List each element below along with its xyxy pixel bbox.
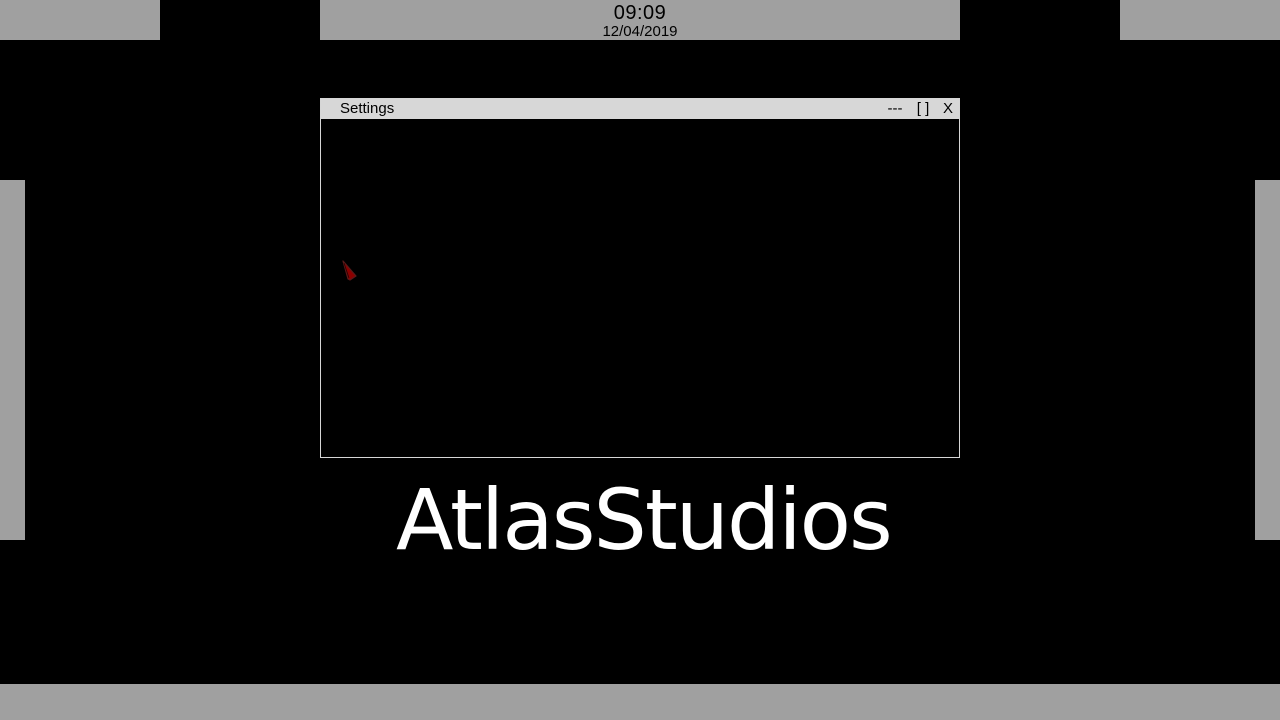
top-left-panel[interactable]: [0, 0, 160, 40]
window-controls: --- [ ] X: [881, 99, 959, 119]
clock-time: 09:09: [613, 2, 667, 24]
desktop: 09:09 12/04/2019 Settings --- [ ] X Atla…: [0, 0, 1280, 720]
mouse-pointer-icon: [342, 260, 357, 281]
close-button[interactable]: X: [937, 99, 959, 119]
clock-panel[interactable]: 09:09 12/04/2019: [320, 0, 960, 40]
minimize-button[interactable]: ---: [881, 99, 909, 119]
taskbar[interactable]: [0, 684, 1280, 720]
settings-window[interactable]: Settings --- [ ] X: [320, 98, 960, 458]
right-side-panel[interactable]: [1255, 180, 1280, 540]
top-right-panel[interactable]: [1120, 0, 1280, 40]
maximize-button[interactable]: [ ]: [911, 99, 935, 119]
window-titlebar[interactable]: Settings --- [ ] X: [321, 99, 959, 119]
atlas-studios-logo: AtlasStudios: [396, 471, 893, 569]
window-title: Settings: [340, 100, 395, 117]
window-content[interactable]: [321, 119, 959, 457]
left-side-panel[interactable]: [0, 180, 25, 540]
clock-date: 12/04/2019: [602, 23, 678, 40]
